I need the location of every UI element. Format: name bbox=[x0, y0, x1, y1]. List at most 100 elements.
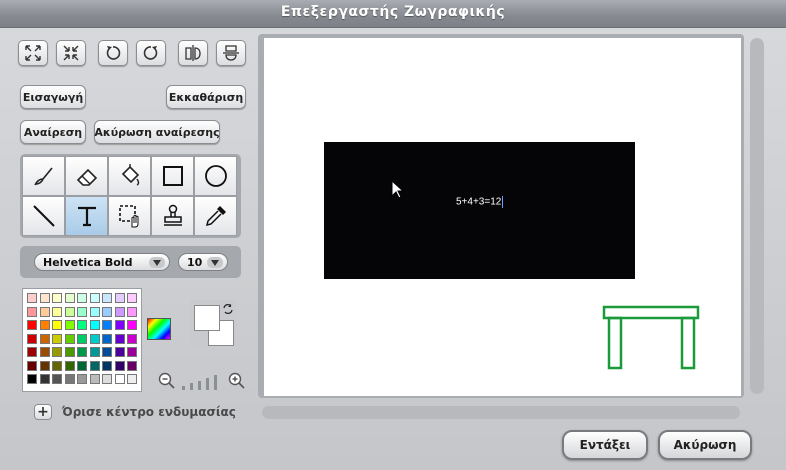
color-swatch[interactable] bbox=[39, 347, 50, 357]
color-swatch[interactable] bbox=[89, 333, 100, 344]
vertical-scrollbar[interactable] bbox=[750, 38, 764, 394]
color-swatch[interactable] bbox=[102, 320, 112, 330]
color-swatch[interactable] bbox=[77, 347, 87, 357]
color-swatch[interactable] bbox=[64, 347, 75, 357]
color-swatch[interactable] bbox=[64, 374, 75, 384]
zoom-control bbox=[158, 372, 246, 392]
rotate-left-button[interactable] bbox=[98, 40, 128, 66]
font-size-select[interactable]: 10 bbox=[178, 253, 228, 271]
eyedropper-tool[interactable] bbox=[194, 196, 237, 236]
swap-colors-icon[interactable] bbox=[222, 303, 234, 315]
fill-bucket-tool[interactable] bbox=[108, 156, 151, 196]
horizontal-scrollbar[interactable] bbox=[262, 406, 740, 419]
color-swatch[interactable] bbox=[102, 333, 112, 344]
color-swatch[interactable] bbox=[52, 293, 62, 303]
color-swatch[interactable] bbox=[89, 320, 100, 330]
color-swatch[interactable] bbox=[27, 293, 37, 303]
paintbrush-tool[interactable] bbox=[22, 156, 65, 196]
color-swatch[interactable] bbox=[77, 360, 87, 371]
color-swatch[interactable] bbox=[39, 293, 50, 303]
eraser-tool[interactable] bbox=[65, 156, 108, 196]
font-family-select[interactable]: Helvetica Bold bbox=[34, 253, 170, 271]
color-swatch[interactable] bbox=[127, 347, 137, 357]
rectangle-tool[interactable] bbox=[151, 156, 194, 196]
color-swatch[interactable] bbox=[39, 374, 50, 384]
color-swatch[interactable] bbox=[52, 320, 62, 330]
color-swatch[interactable] bbox=[102, 347, 112, 357]
color-swatch[interactable] bbox=[102, 374, 112, 384]
color-swatch[interactable] bbox=[114, 293, 125, 303]
grow-button[interactable] bbox=[18, 40, 48, 66]
color-swatch[interactable] bbox=[114, 374, 125, 384]
ellipse-tool[interactable] bbox=[194, 156, 237, 196]
color-swatch[interactable] bbox=[64, 360, 75, 371]
color-swatch[interactable] bbox=[27, 306, 37, 317]
flip-horizontal-button[interactable] bbox=[178, 40, 208, 66]
color-swatch[interactable] bbox=[114, 347, 125, 357]
color-swatch[interactable] bbox=[39, 360, 50, 371]
color-swatch[interactable] bbox=[64, 293, 75, 303]
color-swatch[interactable] bbox=[52, 374, 62, 384]
color-swatch[interactable] bbox=[39, 306, 50, 317]
color-swatch[interactable] bbox=[89, 360, 100, 371]
zoom-in-icon[interactable] bbox=[228, 372, 246, 390]
text-caret bbox=[502, 196, 504, 208]
color-swatch[interactable] bbox=[127, 320, 137, 330]
color-swatch[interactable] bbox=[102, 293, 112, 303]
color-swatch[interactable] bbox=[27, 320, 37, 330]
color-swatch[interactable] bbox=[127, 360, 137, 371]
color-swatch[interactable] bbox=[77, 374, 87, 384]
color-swatch[interactable] bbox=[64, 333, 75, 344]
foreground-color-swatch[interactable] bbox=[194, 305, 220, 331]
cancel-button[interactable]: Ακύρωση bbox=[658, 430, 752, 460]
color-swatch[interactable] bbox=[77, 306, 87, 317]
color-swatch[interactable] bbox=[114, 333, 125, 344]
rotate-right-button[interactable] bbox=[136, 40, 166, 66]
color-swatch[interactable] bbox=[52, 360, 62, 371]
color-swatch[interactable] bbox=[52, 333, 62, 344]
color-swatch[interactable] bbox=[39, 333, 50, 344]
redo-button[interactable]: Ακύρωση αναίρεσης bbox=[94, 120, 220, 144]
color-swatch[interactable] bbox=[52, 347, 62, 357]
color-swatch[interactable] bbox=[89, 374, 100, 384]
color-swatch[interactable] bbox=[89, 293, 100, 303]
color-swatch[interactable] bbox=[114, 306, 125, 317]
color-swatch[interactable] bbox=[52, 306, 62, 317]
color-swatch[interactable] bbox=[114, 320, 125, 330]
color-swatch[interactable] bbox=[102, 306, 112, 317]
zoom-level-bars[interactable] bbox=[180, 374, 222, 390]
drawing-canvas[interactable]: 5+4+3=12 bbox=[264, 38, 741, 396]
line-tool[interactable] bbox=[22, 196, 65, 236]
color-swatch[interactable] bbox=[27, 374, 37, 384]
ok-button[interactable]: Εντάξει bbox=[562, 430, 648, 460]
color-swatch[interactable] bbox=[89, 347, 100, 357]
color-swatch[interactable] bbox=[89, 306, 100, 317]
color-picker-button[interactable] bbox=[147, 318, 171, 340]
color-swatch[interactable] bbox=[127, 306, 137, 317]
color-swatch[interactable] bbox=[127, 293, 137, 303]
color-swatch[interactable] bbox=[77, 333, 87, 344]
import-button[interactable]: Εισαγωγή bbox=[20, 85, 86, 109]
stamp-tool[interactable] bbox=[151, 196, 194, 236]
color-swatch[interactable] bbox=[27, 360, 37, 371]
flip-vertical-button[interactable] bbox=[216, 40, 246, 66]
color-swatch[interactable] bbox=[102, 360, 112, 371]
color-swatch[interactable] bbox=[39, 320, 50, 330]
color-swatch[interactable] bbox=[27, 333, 37, 344]
text-tool[interactable] bbox=[65, 196, 108, 236]
shrink-button[interactable] bbox=[56, 40, 86, 66]
color-swatch[interactable] bbox=[127, 333, 137, 344]
color-swatch[interactable] bbox=[64, 320, 75, 330]
color-swatch[interactable] bbox=[77, 320, 87, 330]
color-swatch[interactable] bbox=[127, 374, 137, 384]
select-tool[interactable] bbox=[108, 196, 151, 236]
undo-button[interactable]: Αναίρεση bbox=[20, 120, 86, 144]
zoom-out-icon[interactable] bbox=[158, 372, 176, 390]
color-swatch[interactable] bbox=[64, 306, 75, 317]
clear-button[interactable]: Εκκαθάριση bbox=[166, 85, 246, 109]
color-swatch[interactable] bbox=[114, 360, 125, 371]
text-entry[interactable]: 5+4+3=12 bbox=[456, 196, 504, 208]
color-swatch[interactable] bbox=[77, 293, 87, 303]
color-swatch[interactable] bbox=[27, 347, 37, 357]
set-costume-center-button[interactable]: + bbox=[34, 404, 52, 420]
